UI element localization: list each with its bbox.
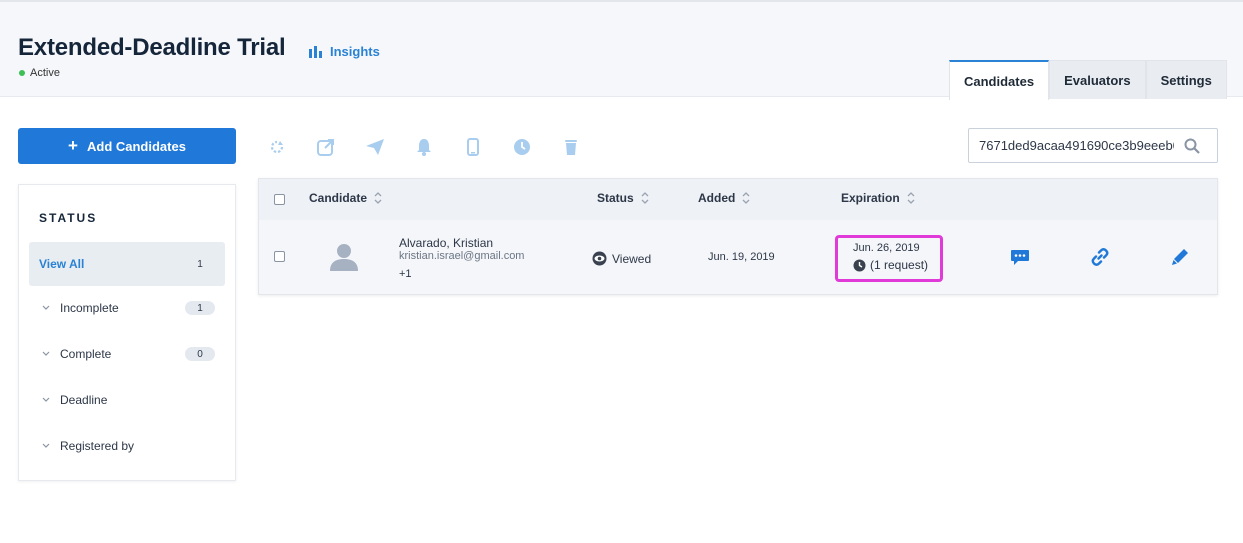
search-icon [1184, 138, 1200, 154]
trash-icon [565, 140, 577, 155]
tab-settings[interactable]: Settings [1145, 60, 1227, 99]
filter-count: 0 [185, 347, 215, 361]
column-label: Status [597, 191, 634, 205]
trial-status: Active [19, 67, 60, 79]
eye-icon [592, 251, 607, 266]
extend-deadline-button[interactable] [512, 135, 561, 159]
candidate-status: Viewed [592, 251, 651, 266]
trial-status-label: Active [30, 67, 60, 79]
tab-candidates[interactable]: Candidates [949, 60, 1050, 100]
external-link-icon [317, 139, 334, 156]
column-expiration[interactable]: Expiration [841, 191, 915, 205]
select-all-checkbox[interactable] [274, 194, 285, 205]
status-filter-panel: STATUS View All 1 Incomplete 1 Complete … [18, 184, 236, 481]
column-added[interactable]: Added [698, 191, 750, 205]
pencil-icon [1172, 249, 1188, 265]
extension-request-link[interactable]: (1 request) [853, 258, 928, 272]
chat-bubble-icon [1011, 250, 1029, 265]
filter-count: 1 [185, 301, 215, 315]
clock-icon [853, 259, 866, 271]
candidate-extra-count[interactable]: +1 [399, 268, 412, 280]
mobile-icon [467, 138, 479, 156]
add-candidates-label: Add Candidates [86, 138, 186, 154]
sort-icon [907, 191, 915, 205]
insights-label: Insights [330, 44, 380, 59]
column-candidate[interactable]: Candidate [309, 191, 382, 205]
added-date: Jun. 19, 2019 [708, 251, 775, 263]
bar-chart-icon [309, 45, 322, 58]
candidates-table: Candidate Status Added Expiration Alvara… [258, 178, 1218, 295]
filter-label: Registered by [60, 439, 135, 453]
table-header: Candidate Status Added Expiration [259, 179, 1217, 220]
search-box [968, 128, 1218, 163]
search-input[interactable] [969, 130, 1174, 161]
page-header: Extended-Deadline Trial Insights Active … [0, 0, 1243, 100]
sort-icon [641, 191, 649, 205]
status-heading: STATUS [39, 211, 98, 225]
plus-icon: + [68, 136, 78, 155]
link-icon [1091, 248, 1109, 266]
sms-button[interactable] [463, 135, 512, 159]
filter-complete[interactable]: Complete 0 [29, 332, 225, 376]
filter-count: 1 [197, 258, 203, 270]
column-label: Added [698, 191, 736, 205]
chevron-down-icon [42, 395, 60, 406]
page-title: Extended-Deadline Trial [18, 34, 286, 61]
expiration-date: Jun. 26, 2019 [853, 242, 920, 254]
column-status[interactable]: Status [597, 191, 649, 205]
add-candidates-button[interactable]: + Add Candidates [18, 128, 236, 164]
request-count: (1 request) [870, 258, 929, 272]
sort-icon [374, 191, 382, 205]
sort-icon [742, 191, 750, 205]
tab-bar: Candidates Evaluators Settings [949, 60, 1227, 100]
filter-label: Incomplete [60, 301, 119, 315]
filter-view-all[interactable]: View All 1 [29, 242, 225, 286]
table-row[interactable]: Alvarado, Kristian kristian.israel@gmail… [259, 220, 1217, 294]
search-button[interactable] [1174, 129, 1210, 162]
reset-button[interactable] [267, 135, 316, 159]
active-dot-icon [19, 70, 25, 76]
filter-incomplete[interactable]: Incomplete 1 [29, 286, 225, 330]
chevron-down-icon [42, 303, 60, 314]
open-external-button[interactable] [316, 135, 365, 159]
chevron-down-icon [42, 441, 60, 452]
row-checkbox[interactable] [274, 251, 285, 262]
send-invite-button[interactable] [365, 135, 414, 159]
bell-icon [417, 139, 431, 156]
filter-label: Complete [60, 347, 112, 361]
filter-registered-by[interactable]: Registered by [29, 424, 225, 468]
edit-button[interactable] [1170, 247, 1190, 267]
status-label: Viewed [612, 251, 652, 266]
tab-evaluators[interactable]: Evaluators [1049, 60, 1146, 99]
filter-label: Deadline [60, 393, 108, 407]
message-button[interactable] [1010, 247, 1030, 267]
chevron-down-icon [42, 349, 60, 360]
candidate-email: kristian.israel@gmail.com [399, 250, 525, 262]
avatar-icon [330, 244, 358, 271]
insights-link[interactable]: Insights [309, 44, 380, 59]
copy-link-button[interactable] [1090, 247, 1110, 267]
reset-icon [270, 140, 284, 154]
send-icon [366, 139, 384, 155]
expiration-highlight: Jun. 26, 2019 (1 request) [835, 235, 943, 282]
clock-icon [514, 139, 530, 155]
bulk-action-toolbar [267, 135, 610, 159]
candidate-name[interactable]: Alvarado, Kristian [399, 236, 493, 250]
delete-button[interactable] [561, 135, 610, 159]
reminder-button[interactable] [414, 135, 463, 159]
column-label: Expiration [841, 191, 900, 205]
filter-deadline[interactable]: Deadline [29, 378, 225, 422]
filter-label: View All [39, 257, 85, 271]
column-label: Candidate [309, 191, 368, 205]
